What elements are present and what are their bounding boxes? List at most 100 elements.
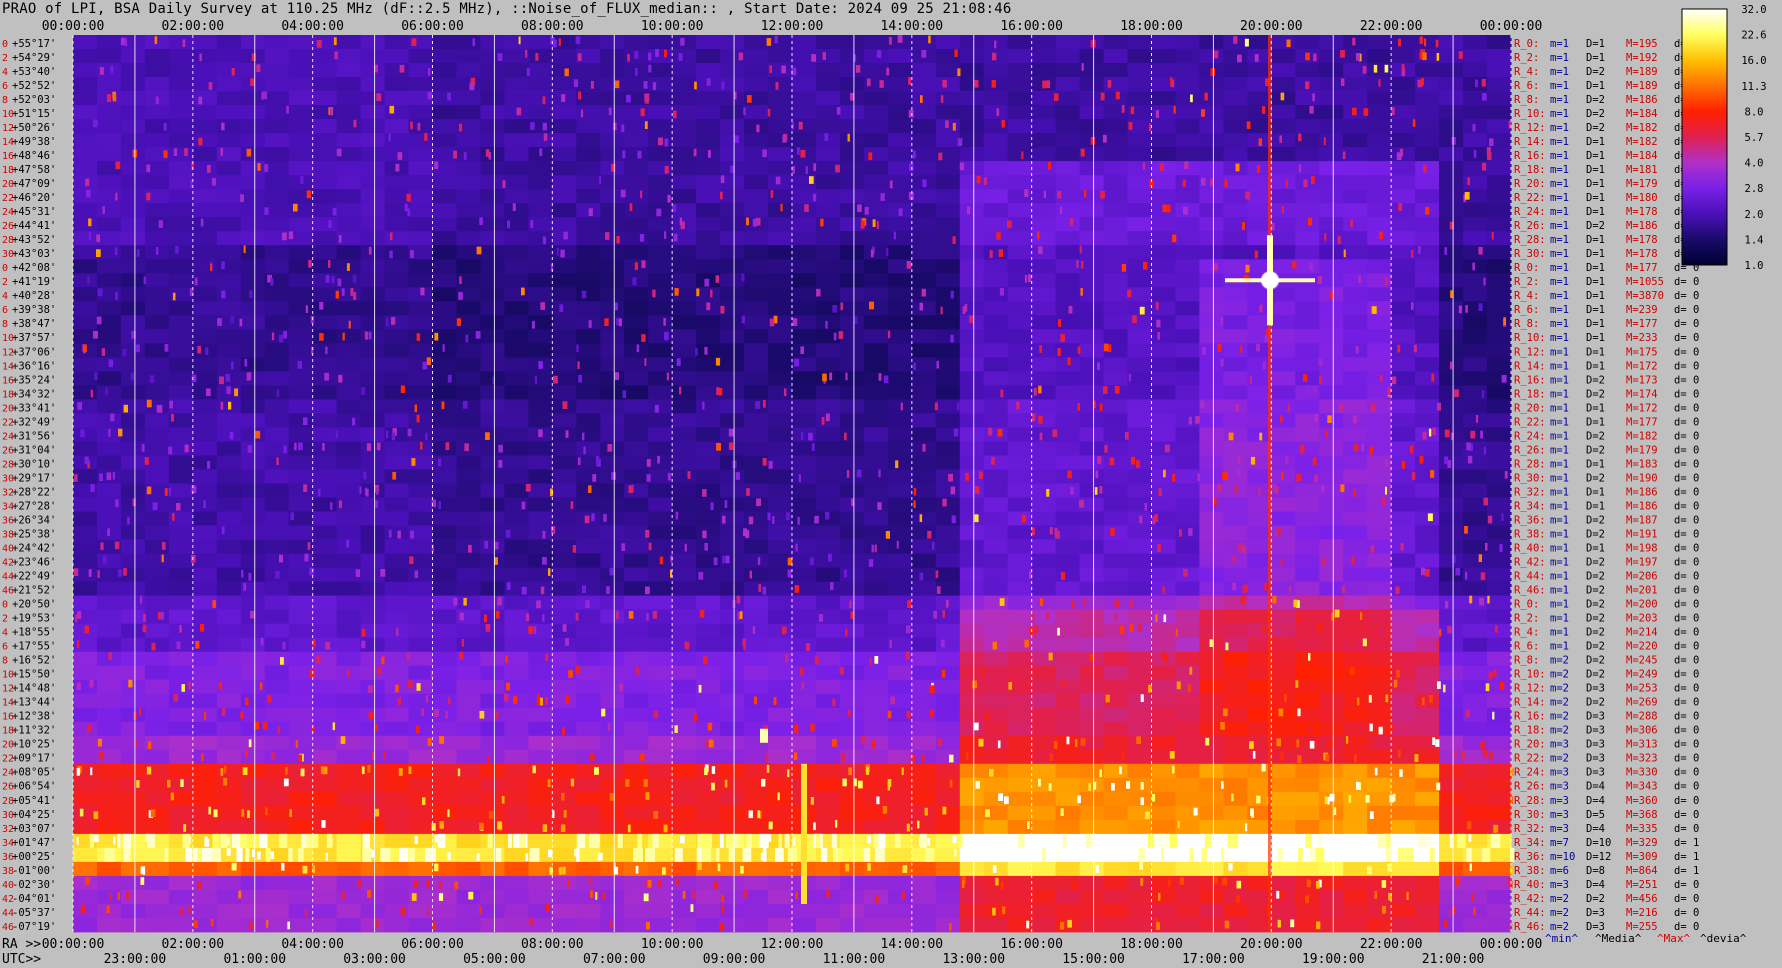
heatmap-row-segment [768,301,793,316]
heatmap-row-segment [312,427,338,442]
heatmap-row-segment [480,259,505,274]
heatmap-row-segment [73,904,98,919]
noise-speckle [542,614,545,622]
heatmap-row-segment [696,63,721,78]
heatmap-row-segment [1487,777,1512,793]
heatmap-row-segment [983,511,1009,526]
noise-speckle [775,176,781,185]
heatmap-row-segment [336,329,362,344]
heatmap-row-segment [1271,119,1296,134]
heatmap-row-segment [911,665,937,681]
heatmap-row-segment [839,427,865,442]
heatmap-row-segment [983,217,1009,232]
heatmap-row-segment [887,231,913,246]
heatmap-row-segment [120,665,146,681]
heatmap-row-segment [1367,287,1392,302]
heatmap-row-segment [839,595,865,610]
heatmap-row-segment [983,847,1009,863]
heatmap-row-segment [360,301,386,316]
heatmap-row-segment [648,904,673,919]
heatmap-row-segment [144,315,170,330]
heatmap-row-segment [336,679,362,695]
heatmap-row-segment [432,301,458,316]
heatmap-row-segment [1415,805,1440,821]
noise-speckle [1296,739,1300,748]
heatmap-row-segment [336,385,362,400]
heatmap-row-segment [1487,203,1512,218]
heatmap-row-segment [1319,875,1344,891]
noise-speckle [198,137,203,146]
noise-speckle [1259,304,1263,313]
noise-speckle [634,262,638,270]
heatmap-row-segment [600,357,625,372]
heatmap-row-segment [288,63,314,78]
heatmap-row-segment [1223,203,1248,218]
heatmap-row-segment [1295,777,1320,793]
heatmap-row-segment [1391,609,1416,624]
heatmap-row-segment [504,273,529,288]
noise-speckle [479,906,482,915]
noise-speckle [1159,163,1164,172]
noise-speckle [1397,344,1401,353]
heatmap-row-segment [73,63,98,78]
heatmap-row-segment [744,77,769,92]
heatmap-row-segment [1199,819,1224,835]
noise-speckle [706,302,711,311]
heatmap-row-segment [1391,735,1416,751]
heatmap-row-segment [552,567,577,582]
heatmap-row-segment [552,595,577,610]
noise-speckle [1140,694,1144,702]
heatmap-row-segment [624,763,649,779]
heatmap-row-segment [1487,315,1512,330]
heatmap-row-segment [432,119,458,134]
heatmap-row-segment [1439,147,1464,162]
heatmap-row-segment [1319,245,1344,260]
heatmap-row-segment [456,791,482,807]
heatmap-row-segment [911,567,937,582]
heatmap-row-segment [792,918,817,933]
heatmap-row-segment [240,749,266,765]
noise-speckle [1323,684,1326,692]
heatmap-row-segment [935,553,961,568]
noise-speckle [459,651,464,660]
noise-speckle [645,530,650,538]
heatmap-row-segment [983,735,1009,751]
heatmap-row-segment [911,231,937,246]
heatmap-row-segment [863,175,889,190]
heatmap-row-segment [384,371,410,386]
heatmap-row-segment [648,679,673,695]
heatmap-row-segment [983,133,1009,148]
noise-speckle [710,502,714,510]
heatmap-row-segment [792,133,817,148]
heatmap-row-segment [648,833,673,849]
noise-speckle [674,288,679,296]
heatmap-row-segment [720,203,745,218]
heatmap-row-segment [73,918,98,933]
heatmap-row-segment [911,245,937,260]
heatmap-row-segment [1031,553,1057,568]
noise-speckle [780,203,783,212]
heatmap-row-segment [408,385,434,400]
heatmap-row-segment [1343,763,1368,779]
heatmap-row-segment [1319,763,1344,779]
noise-speckle [391,317,396,325]
heatmap-row-segment [959,441,985,456]
heatmap-row-segment [839,399,865,414]
heatmap-row-segment [1391,890,1416,905]
heatmap-row-segment [360,735,386,751]
heatmap-row-segment [192,287,218,302]
heatmap-row-segment [480,483,505,498]
heatmap-row-segment [792,455,817,470]
heatmap-row-segment [1271,735,1296,751]
noise-speckle [1467,821,1472,830]
heatmap-row-segment [1343,189,1368,204]
heatmap-row-segment [528,455,553,470]
heatmap-row-segment [480,231,505,246]
heatmap-row-segment [97,805,122,821]
heatmap-row-segment [120,693,146,709]
heatmap-row-segment [1295,35,1320,50]
heatmap-row-segment [168,749,194,765]
heatmap-row-segment [672,427,697,442]
heatmap-row-segment [648,623,673,639]
heatmap-row-segment [935,315,961,330]
